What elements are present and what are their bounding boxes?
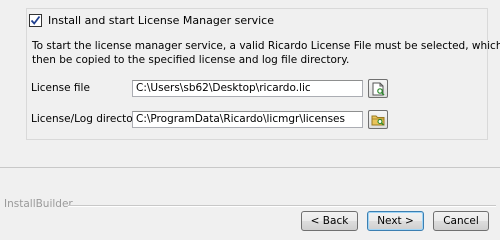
license-file-browse-button[interactable] [368,79,388,98]
license-file-input[interactable]: C:\Users\sb62\Desktop\ricardo.lic [132,80,363,97]
next-button[interactable]: Next > [367,211,424,231]
folder-browse-icon [371,115,385,125]
description-line-2: then be copied to the specified license … [32,54,350,66]
checkmark-icon [30,15,41,25]
license-log-dir-input[interactable]: C:\ProgramData\Ricardo\licmgr\licenses [132,111,363,128]
install-service-checkbox[interactable] [29,13,42,27]
file-browse-icon [372,82,385,95]
service-description: To start the license manager service, a … [32,39,500,67]
install-service-label: Install and start License Manager servic… [48,13,274,27]
install-service-option[interactable]: Install and start License Manager servic… [29,12,274,28]
content-divider [0,167,500,168]
back-button[interactable]: < Back [301,211,358,231]
license-log-dir-browse-button[interactable] [368,110,388,129]
license-file-label: License file [31,82,90,94]
description-line-1: To start the license manager service, a … [32,40,500,52]
cancel-button[interactable]: Cancel [433,211,489,231]
footer-divider [68,205,496,207]
license-log-dir-label: License/Log directory [31,113,144,125]
installbuilder-brand: InstallBuilder [4,198,73,210]
